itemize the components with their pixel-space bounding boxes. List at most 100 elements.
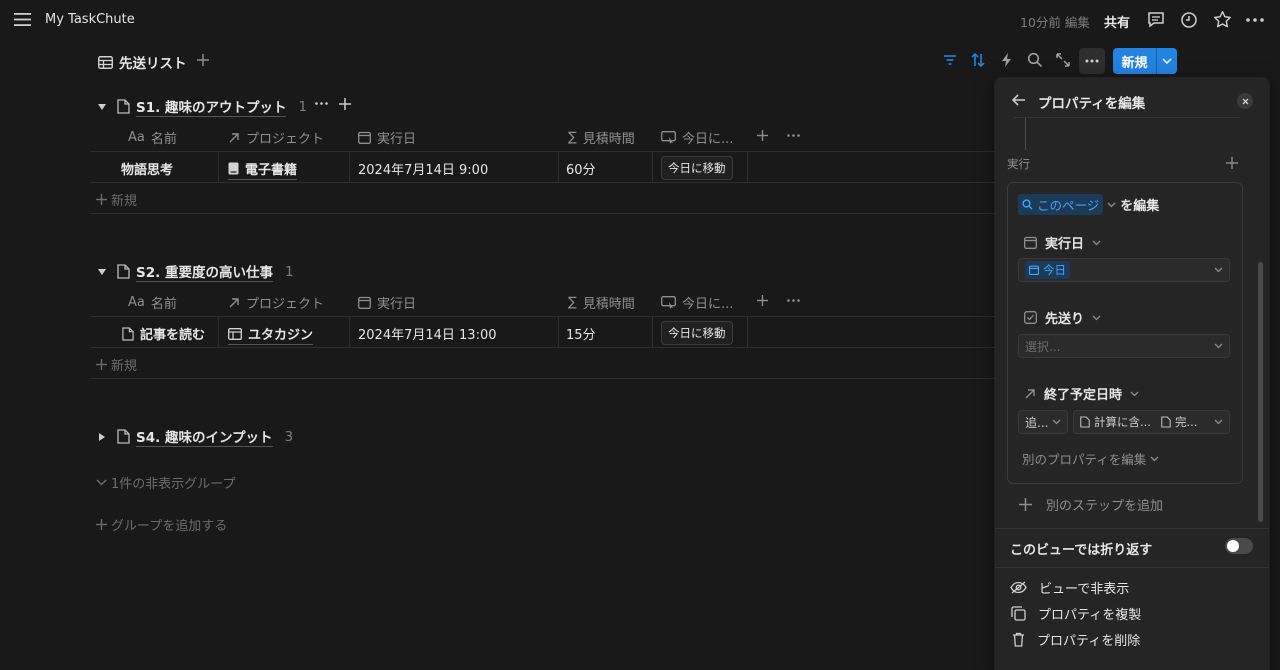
plus-icon (96, 519, 107, 530)
add-step-button[interactable]: 別のステップを追加 (1019, 495, 1163, 514)
group-title[interactable]: S1. 趣味のアウトプット (136, 96, 287, 117)
prop-postpone-label[interactable]: 先送り (1024, 308, 1101, 327)
caret-down-icon[interactable] (97, 102, 107, 112)
row-name[interactable]: 物語思考 (121, 159, 173, 178)
column-more-icon[interactable] (787, 299, 800, 302)
column-header-today[interactable]: 今日に... (661, 128, 733, 147)
group-add-icon[interactable] (339, 98, 351, 110)
comment-icon[interactable] (1147, 11, 1165, 29)
column-header-estimate[interactable]: ∑ 見積時間 (568, 128, 635, 147)
last-edited: 10分前 編集 (1020, 15, 1090, 30)
add-view-icon[interactable] (197, 54, 209, 66)
add-group-button[interactable]: グループを追加する (96, 515, 227, 534)
divider (90, 316, 995, 317)
text-type-icon: Aa (128, 130, 145, 145)
column-header-date[interactable]: 実行日 (358, 293, 416, 312)
edit-target[interactable]: このページ を編集 (1018, 194, 1159, 215)
row-project[interactable]: 電子書籍 (228, 159, 298, 180)
search-icon[interactable] (1027, 52, 1045, 70)
top-bar: My TaskChute 10分前 編集 共有 (0, 0, 1280, 40)
add-section-icon[interactable] (1226, 157, 1238, 169)
search-icon (1022, 199, 1033, 210)
checkbox-icon (1024, 311, 1037, 324)
view-tab-label: 先送リスト (119, 56, 187, 72)
group-more-icon[interactable] (315, 102, 328, 105)
view-more-icon[interactable] (1079, 48, 1105, 74)
column-header-project[interactable]: プロジェクト (228, 293, 324, 312)
toggle-knob (1227, 540, 1239, 552)
calendar-icon (358, 296, 371, 309)
chevron-down-icon (1092, 315, 1101, 321)
column-header-name[interactable]: Aa 名前 (128, 293, 177, 312)
prop-end-mode-select[interactable]: 追... (1018, 410, 1068, 434)
column-header-estimate[interactable]: ∑ 見積時間 (568, 293, 635, 312)
chevron-down-icon[interactable] (1157, 48, 1177, 74)
target-chip[interactable]: このページ (1018, 194, 1104, 215)
group-count: 1 (284, 263, 294, 280)
row-estimate[interactable]: 15分 (566, 324, 596, 343)
prop-date-select[interactable]: 今日 (1018, 258, 1230, 282)
column-header-project[interactable]: プロジェクト (228, 128, 324, 147)
row-project[interactable]: ユタカジン (228, 324, 314, 345)
divider (652, 151, 653, 182)
page-icon (117, 264, 130, 279)
page-icon (122, 326, 134, 341)
hide-in-view[interactable]: ビューで非表示 (1010, 578, 1129, 597)
close-icon[interactable] (1237, 93, 1253, 109)
new-button-label[interactable]: 新規 (1113, 48, 1157, 74)
column-header-name[interactable]: Aa 名前 (128, 128, 177, 147)
row-date[interactable]: 2024年7月14日 9:00 (358, 159, 488, 178)
page-title[interactable]: My TaskChute (45, 12, 135, 27)
back-arrow-icon[interactable] (1012, 94, 1026, 106)
group-header-s4[interactable]: S4. 趣味のインプット 3 (97, 426, 293, 447)
move-today-button[interactable]: 今日に移動 (661, 321, 733, 345)
view-tab[interactable]: 先送リスト (98, 52, 187, 72)
chevron-down-icon (1214, 267, 1223, 273)
divider (90, 151, 995, 152)
edit-other-property[interactable]: 別のプロパティを編集 (1022, 449, 1159, 468)
caret-right-icon[interactable] (97, 432, 107, 442)
row-name[interactable]: 記事を読む (122, 324, 205, 343)
column-more-icon[interactable] (787, 134, 800, 137)
prop-end-filter-select[interactable]: 計算に含... 完... (1073, 410, 1230, 434)
plus-icon (1019, 498, 1032, 511)
column-header-today[interactable]: 今日に... (661, 293, 733, 312)
hidden-groups-toggle[interactable]: 1件の非表示グループ (96, 473, 236, 492)
panel-scrollbar[interactable] (1258, 262, 1263, 522)
row-date[interactable]: 2024年7月14日 13:00 (358, 324, 497, 343)
sort-icon[interactable] (970, 52, 988, 70)
today-chip: 今日 (1025, 261, 1070, 279)
text-type-icon: Aa (128, 295, 145, 310)
chevron-down-icon (1150, 456, 1159, 462)
move-today-button[interactable]: 今日に移動 (661, 156, 733, 180)
filter-icon[interactable] (942, 52, 960, 70)
eye-slash-icon (1010, 581, 1027, 594)
row-estimate[interactable]: 60分 (566, 159, 596, 178)
prop-postpone-select[interactable]: 選択... (1018, 334, 1230, 358)
group-title[interactable]: S4. 趣味のインプット (136, 426, 273, 447)
history-icon[interactable] (1180, 11, 1198, 29)
more-options-icon[interactable] (1246, 18, 1264, 22)
duplicate-property[interactable]: プロパティを複製 (1011, 604, 1141, 623)
wrap-toggle[interactable] (1225, 538, 1253, 554)
prop-end-label[interactable]: 終了予定日時 (1024, 384, 1139, 403)
page-icon (117, 429, 130, 444)
menu-icon[interactable] (14, 12, 31, 27)
new-button[interactable]: 新規 (1113, 48, 1177, 74)
new-row-button[interactable]: 新規 (96, 355, 137, 374)
automation-icon[interactable] (999, 52, 1017, 70)
star-icon[interactable] (1213, 10, 1232, 29)
group-title[interactable]: S2. 重要度の高い仕事 (136, 261, 273, 282)
add-column-icon[interactable] (757, 295, 768, 306)
relation-icon (1024, 388, 1036, 400)
group-header-s1[interactable]: S1. 趣味のアウトプット 1 (97, 96, 307, 117)
caret-down-icon[interactable] (97, 267, 107, 277)
expand-icon[interactable] (1055, 52, 1073, 70)
prop-date-label[interactable]: 実行日 (1024, 233, 1101, 252)
share-button[interactable]: 共有 (1104, 12, 1130, 31)
group-header-s2[interactable]: S2. 重要度の高い仕事 1 (97, 261, 294, 282)
add-column-icon[interactable] (757, 130, 768, 141)
delete-property[interactable]: プロパティを削除 (1012, 630, 1140, 649)
new-row-button[interactable]: 新規 (96, 190, 137, 209)
column-header-date[interactable]: 実行日 (358, 128, 416, 147)
